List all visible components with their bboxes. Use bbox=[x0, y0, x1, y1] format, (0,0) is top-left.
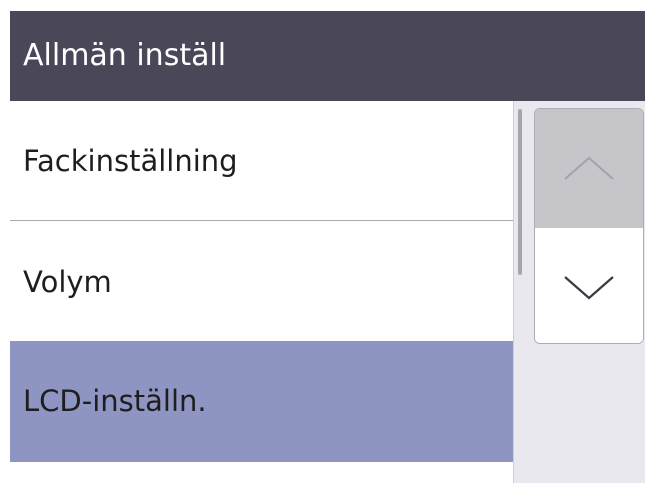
scroll-up-button[interactable] bbox=[535, 109, 643, 228]
menu-item-label: Volym bbox=[23, 265, 112, 299]
scrollbar-thumb[interactable] bbox=[518, 109, 522, 275]
menu-item-label: LCD-inställn. bbox=[23, 384, 207, 418]
menu-item-volym[interactable]: Volym bbox=[10, 222, 513, 341]
settings-menu-list: Fackinställning Volym LCD-inställn. bbox=[10, 101, 513, 483]
lcd-screen: Allmän inställ Fackinställning Volym LCD… bbox=[10, 11, 645, 483]
scroll-buttons bbox=[534, 108, 644, 344]
list-next-item-edge bbox=[10, 462, 513, 483]
menu-item-label: Fackinställning bbox=[23, 144, 238, 178]
menu-item-fackinstallning[interactable]: Fackinställning bbox=[10, 101, 513, 221]
page-title: Allmän inställ bbox=[10, 11, 645, 101]
menu-item-lcd-installn[interactable]: LCD-inställn. bbox=[10, 341, 513, 462]
scroll-down-button[interactable] bbox=[535, 228, 643, 343]
list-divider bbox=[513, 101, 514, 483]
chevron-down-icon bbox=[559, 270, 619, 302]
chevron-up-icon bbox=[559, 153, 619, 185]
